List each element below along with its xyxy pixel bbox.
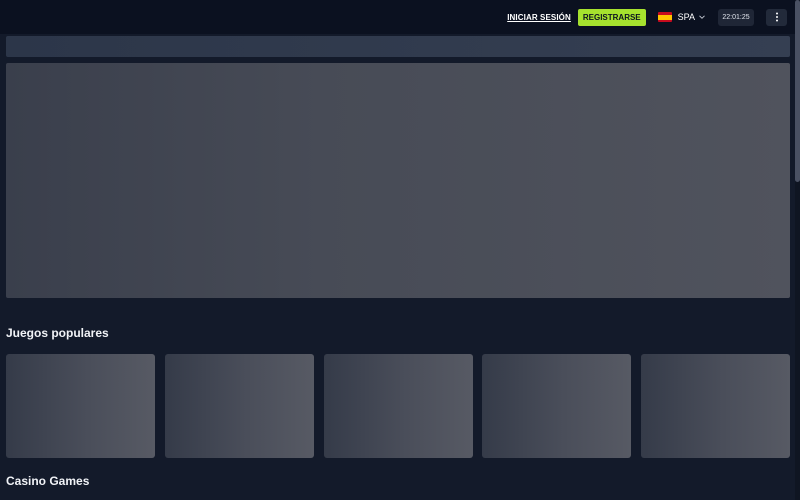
category-nav-placeholder [6,36,790,57]
more-vertical-icon [775,12,778,22]
game-card[interactable] [6,354,155,458]
language-label: SPA [677,12,695,22]
game-card[interactable] [641,354,790,458]
language-selector[interactable]: SPA [657,12,706,22]
game-card[interactable] [164,354,314,458]
clock: 22:01:25 [718,8,754,26]
register-button[interactable]: REGISTRARSE [577,8,646,26]
chevron-down-icon [699,15,705,19]
page: INICIAR SESIÓN REGISTRARSE SPA 22:01:25 [0,0,800,500]
login-link[interactable]: INICIAR SESIÓN [507,13,571,22]
spain-flag-icon [657,12,672,22]
hero-banner-placeholder[interactable] [6,63,790,298]
scrollbar-thumb[interactable] [795,0,800,182]
section-title-popular: Juegos populares [6,326,109,340]
header-actions: INICIAR SESIÓN REGISTRARSE SPA 22:01:25 [507,7,787,27]
popular-games-row [6,354,790,458]
section-title-casino: Casino Games [6,474,90,488]
more-menu-button[interactable] [766,8,787,26]
game-card[interactable] [482,354,632,458]
page-scrollbar[interactable] [795,0,800,500]
game-card[interactable] [323,354,473,458]
top-header: INICIAR SESIÓN REGISTRARSE SPA 22:01:25 [0,0,795,34]
